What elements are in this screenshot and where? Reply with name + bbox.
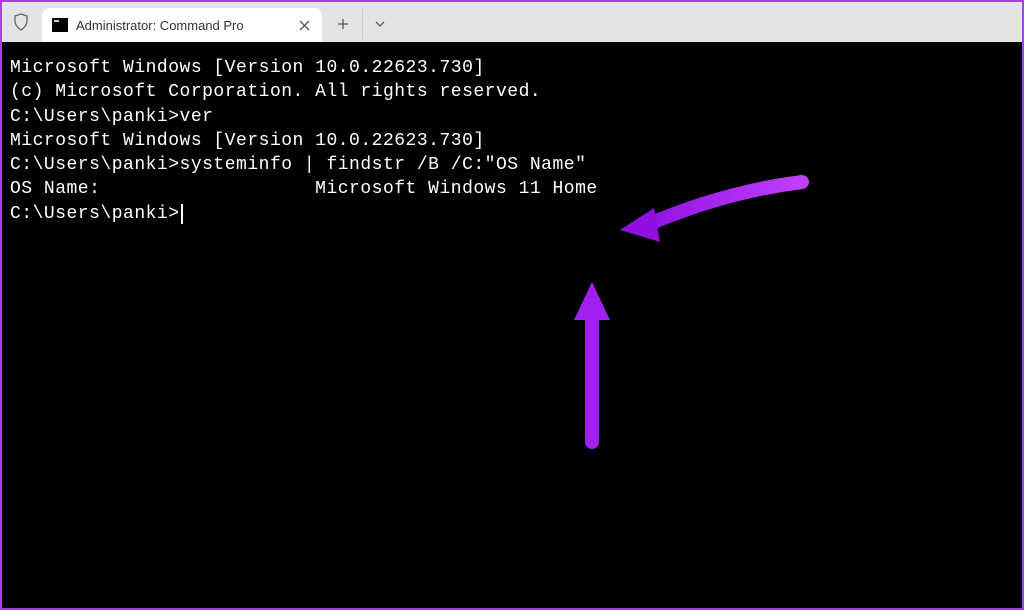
prompt-line: C:\Users\panki>	[10, 202, 1014, 226]
titlebar: Administrator: Command Pro	[2, 2, 1022, 42]
tab-dropdown-button[interactable]	[362, 9, 396, 39]
terminal-cursor	[181, 204, 183, 224]
prompt-line: C:\Users\panki>systeminfo | findstr /B /…	[10, 153, 1014, 177]
cmd-icon	[52, 18, 68, 32]
terminal-output[interactable]: Microsoft Windows [Version 10.0.22623.73…	[2, 42, 1022, 608]
new-tab-button[interactable]	[326, 9, 360, 39]
tab-actions	[326, 9, 396, 39]
annotation-arrow-bottom	[562, 272, 622, 452]
prompt-line: C:\Users\panki>ver	[10, 105, 1014, 129]
annotation-arrow-top	[602, 172, 822, 252]
output-line: OS Name: Microsoft Windows 11 Home	[10, 177, 1014, 201]
output-line: (c) Microsoft Corporation. All rights re…	[10, 80, 1014, 104]
tab-command-prompt[interactable]: Administrator: Command Pro	[42, 8, 322, 42]
output-line: Microsoft Windows [Version 10.0.22623.73…	[10, 129, 1014, 153]
tab-title: Administrator: Command Pro	[76, 18, 288, 33]
close-icon[interactable]	[296, 17, 312, 33]
output-line: Microsoft Windows [Version 10.0.22623.73…	[10, 56, 1014, 80]
shield-icon	[12, 13, 30, 31]
